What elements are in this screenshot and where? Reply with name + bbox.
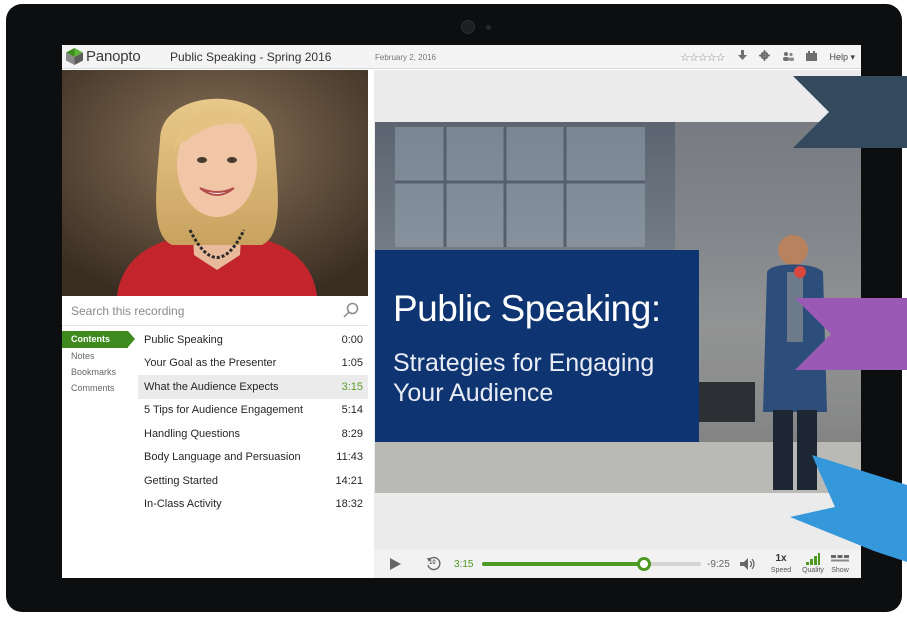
contents-list: Public Speaking 0:00 Your Goal as the Pr… bbox=[138, 328, 368, 516]
rewind-badge: 10 bbox=[429, 560, 436, 566]
rewind-10-button[interactable]: 10 bbox=[426, 556, 442, 572]
current-time: 3:15 bbox=[454, 559, 474, 570]
chapter-title: Handling Questions bbox=[144, 427, 241, 440]
play-icon[interactable] bbox=[390, 558, 401, 570]
presenter-video[interactable] bbox=[62, 70, 368, 296]
tab-notes[interactable]: Notes bbox=[62, 348, 138, 364]
chapter-time: 3:15 bbox=[341, 380, 363, 393]
purple-arrow-decoration bbox=[795, 298, 907, 370]
progress-handle[interactable] bbox=[637, 557, 652, 571]
camera-sensor bbox=[486, 25, 491, 30]
slide-title-panel: Public Speaking: Strategies for Engaging… bbox=[375, 250, 699, 442]
people-icon[interactable] bbox=[782, 51, 795, 64]
side-tabs: Contents Notes Bookmarks Comments bbox=[62, 331, 138, 396]
list-item-selected[interactable]: What the Audience Expects 3:15 bbox=[138, 375, 368, 399]
chapter-title: 5 Tips for Audience Engagement bbox=[144, 404, 303, 417]
course-title[interactable]: Public Speaking - Spring 2016 bbox=[170, 50, 331, 64]
panopto-logo[interactable]: Panopto bbox=[66, 48, 141, 65]
list-item[interactable]: In-Class Activity 18:32 bbox=[138, 493, 368, 517]
player-controls: 10 3:15 -9:25 1x Speed Quality Show bbox=[374, 550, 861, 578]
rating-stars[interactable]: ☆☆☆☆☆ bbox=[680, 51, 725, 64]
slide-stage: Public Speaking: Strategies for Engaging… bbox=[374, 70, 861, 550]
slide-subtitle: Strategies for Engaging Your Audience bbox=[393, 349, 655, 407]
list-item[interactable]: 5 Tips for Audience Engagement 5:14 bbox=[138, 399, 368, 423]
list-item[interactable]: Getting Started 14:21 bbox=[138, 469, 368, 493]
slide-title: Public Speaking: bbox=[393, 288, 661, 329]
camera-lens bbox=[461, 20, 475, 34]
speed-label[interactable]: Speed bbox=[767, 567, 795, 574]
tab-bookmarks[interactable]: Bookmarks bbox=[62, 364, 138, 380]
recording-date: February 2, 2016 bbox=[375, 53, 436, 62]
brand-name: Panopto bbox=[86, 48, 141, 65]
chapter-time: 11:43 bbox=[336, 451, 363, 464]
progress-bar[interactable] bbox=[482, 557, 701, 571]
chapter-title: In-Class Activity bbox=[144, 498, 222, 511]
search-input[interactable]: Search this recording bbox=[71, 304, 184, 318]
presenter-image bbox=[62, 70, 368, 296]
chapter-title: Public Speaking bbox=[144, 333, 223, 346]
panopto-logo-icon bbox=[66, 48, 83, 65]
help-menu[interactable]: Help ▾ bbox=[829, 52, 855, 63]
chapter-time: 5:14 bbox=[341, 404, 363, 417]
list-item[interactable]: Body Language and Persuasion 11:43 bbox=[138, 446, 368, 470]
list-item[interactable]: Your Goal as the Presenter 1:05 bbox=[138, 352, 368, 376]
quality-label[interactable]: Quality bbox=[799, 567, 827, 574]
slide-image[interactable]: Public Speaking: Strategies for Engaging… bbox=[375, 122, 861, 493]
chapter-time: 0:00 bbox=[341, 333, 363, 346]
top-bar: Panopto Public Speaking - Spring 2016 Fe… bbox=[62, 45, 861, 69]
layout-icon[interactable] bbox=[806, 50, 818, 64]
panopto-viewer: Panopto Public Speaking - Spring 2016 Fe… bbox=[62, 45, 861, 578]
navy-arrow-decoration bbox=[793, 76, 907, 148]
chapter-title: Getting Started bbox=[144, 474, 218, 487]
chapter-title: Body Language and Persuasion bbox=[144, 451, 301, 464]
chapter-title: What the Audience Expects bbox=[144, 380, 279, 393]
remaining-time: -9:25 bbox=[707, 559, 730, 570]
chapter-title: Your Goal as the Presenter bbox=[144, 357, 277, 370]
blue-arrow-decoration bbox=[790, 455, 907, 562]
download-icon[interactable] bbox=[738, 50, 748, 64]
list-item[interactable]: Handling Questions 8:29 bbox=[138, 422, 368, 446]
chapter-time: 14:21 bbox=[335, 474, 363, 487]
progress-fill bbox=[482, 562, 645, 566]
settings-icon[interactable] bbox=[759, 50, 771, 64]
tab-contents[interactable]: Contents bbox=[62, 331, 135, 348]
tab-comments[interactable]: Comments bbox=[62, 380, 138, 396]
search-bar[interactable]: Search this recording bbox=[62, 296, 368, 326]
list-item[interactable]: Public Speaking 0:00 bbox=[138, 328, 368, 352]
volume-icon[interactable] bbox=[740, 558, 756, 570]
show-label[interactable]: Show bbox=[826, 567, 854, 574]
chapter-time: 1:05 bbox=[341, 357, 363, 370]
search-icon[interactable] bbox=[343, 302, 359, 318]
chapter-time: 18:32 bbox=[335, 498, 363, 511]
chapter-time: 8:29 bbox=[341, 427, 363, 440]
top-toolbar: ☆☆☆☆☆ Help ▾ bbox=[680, 49, 855, 65]
